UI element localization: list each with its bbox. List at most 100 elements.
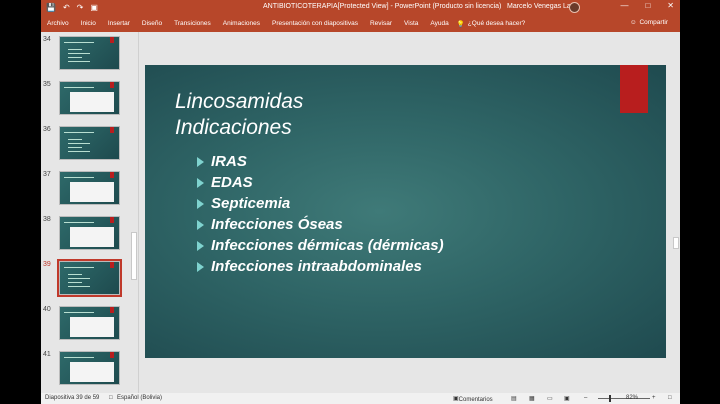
normal-view-icon[interactable]: ▤ (511, 395, 517, 402)
avatar[interactable] (569, 2, 580, 13)
thumbnail-text-line (68, 274, 82, 275)
slide-thumbnail[interactable]: 41 (41, 349, 138, 389)
slide-thumbnail[interactable]: 36 (41, 124, 138, 164)
zoom-level[interactable]: 82% (626, 395, 638, 401)
scrollbar-thumb[interactable] (131, 232, 137, 280)
thumbnail-scrollbar[interactable] (130, 32, 138, 393)
tab-insertar[interactable]: Insertar (102, 20, 136, 27)
thumbnail-text-line (68, 147, 82, 148)
thumbnail-preview (57, 259, 122, 297)
present-icon[interactable]: ▣ (90, 3, 98, 12)
pane-divider[interactable] (138, 32, 139, 393)
thumbnail-preview (59, 351, 120, 385)
bullet-item: Infecciones dérmicas (dérmicas) (197, 235, 444, 256)
slide-thumbnail[interactable]: 34 (41, 34, 138, 74)
zoom-slider-handle[interactable] (609, 395, 611, 402)
tab-transiciones[interactable]: Transiciones (168, 20, 217, 27)
close-button[interactable]: ✕ (667, 1, 674, 10)
slide-thumbnail[interactable]: 37 (41, 169, 138, 209)
thumbnail-text-line (68, 278, 90, 279)
reading-view-icon[interactable]: ▭ (547, 395, 553, 402)
user-name[interactable]: Marcelo Venegas Lazo (507, 3, 578, 10)
thumbnail-table (70, 182, 114, 202)
tab-vista[interactable]: Vista (398, 20, 424, 27)
thumbnail-text-line (68, 143, 90, 144)
language-indicator[interactable]: Español (Bolivia) (117, 395, 162, 401)
tab-diseno[interactable]: Diseño (136, 20, 168, 27)
bullet-item: Septicemia (197, 193, 444, 214)
bullet-item: IRAS (197, 151, 444, 172)
slide-counter: Diapositiva 39 de 59 (45, 395, 100, 401)
zoom-out-button[interactable]: – (584, 395, 587, 401)
thumbnail-text-line (68, 286, 90, 287)
workspace: 34 35 36 37 38 39 40 41 Lincosamidas Indicacion… (41, 32, 680, 393)
slide-thumbnail[interactable]: 38 (41, 214, 138, 254)
bullet-arrow-icon (197, 198, 204, 209)
slide-sorter-icon[interactable]: ▦ (529, 395, 535, 402)
bullet-text: Infecciones dérmicas (dérmicas) (211, 237, 444, 254)
thumbnail-text-line (68, 49, 82, 50)
thumbnail-number: 39 (43, 261, 51, 268)
thumbnail-text-line (68, 53, 90, 54)
thumbnail-red-accent (110, 37, 114, 43)
thumbnail-table (70, 317, 114, 337)
thumbnail-text-line (64, 177, 94, 178)
app-window: 💾 ↶ ↷ ▣ ANTIBIOTICOTERAPIA[Protected Vie… (0, 0, 720, 404)
thumbnail-red-accent (110, 307, 114, 313)
slide-thumbnail-pane: 34 35 36 37 38 39 40 41 (41, 32, 138, 393)
current-slide[interactable]: Lincosamidas Indicaciones IRAS EDAS Sept… (145, 65, 666, 358)
slide-thumbnail[interactable]: 40 (41, 304, 138, 344)
slide-bullet-list[interactable]: IRAS EDAS Septicemia Infecciones Óseas I… (197, 151, 444, 277)
slide-red-accent (620, 65, 648, 113)
thumbnail-number: 41 (43, 351, 51, 358)
thumbnail-text-line (64, 222, 94, 223)
bullet-arrow-icon (197, 240, 204, 251)
thumbnail-text-line (64, 312, 94, 313)
comments-button[interactable]: ▣ Comentarios (453, 395, 493, 403)
window-controls: — □ ✕ (620, 1, 674, 10)
thumbnail-text-line (64, 87, 94, 88)
thumbnail-text-line (68, 57, 82, 58)
slide-thumbnail[interactable]: 35 (41, 79, 138, 119)
tab-presentacion[interactable]: Presentación con diapositivas (266, 20, 364, 27)
maximize-button[interactable]: □ (645, 1, 650, 10)
bullet-text: EDAS (211, 174, 253, 191)
zoom-in-button[interactable]: + (652, 395, 656, 401)
lightbulb-icon: 💡 (456, 20, 465, 28)
zoom-slider[interactable] (598, 398, 650, 399)
slide-thumbnail[interactable]: 39 (41, 259, 138, 299)
undo-icon[interactable]: ↶ (63, 3, 70, 12)
title-bar: 💾 ↶ ↷ ▣ ANTIBIOTICOTERAPIA[Protected Vie… (41, 0, 680, 15)
thumbnail-text-line (64, 357, 94, 358)
tab-archivo[interactable]: Archivo (41, 20, 75, 27)
thumbnail-text-line (68, 61, 90, 62)
slide-title[interactable]: Lincosamidas Indicaciones (175, 89, 303, 140)
thumbnail-text-line (64, 132, 94, 133)
thumbnail-number: 38 (43, 216, 51, 223)
thumbnail-red-accent (110, 82, 114, 88)
bullet-arrow-icon (197, 219, 204, 230)
redo-icon[interactable]: ↷ (77, 3, 84, 12)
bullet-text: Septicemia (211, 195, 291, 212)
thumbnail-red-accent (110, 172, 114, 178)
person-icon: ☺ (629, 19, 637, 26)
tab-animaciones[interactable]: Animaciones (217, 20, 266, 27)
minimize-button[interactable]: — (620, 1, 628, 10)
tab-inicio[interactable]: Inicio (75, 20, 102, 27)
scrollbar-thumb[interactable] (673, 237, 679, 249)
slideshow-icon[interactable]: ▣ (564, 395, 570, 402)
editor-scrollbar[interactable] (672, 32, 680, 393)
tell-me-box[interactable]: 💡 ¿Qué desea hacer? (457, 20, 526, 28)
thumbnail-number: 34 (43, 36, 51, 43)
tab-ayuda[interactable]: Ayuda (424, 20, 454, 27)
status-bar: Diapositiva 39 de 59 □ Español (Bolivia)… (41, 393, 680, 404)
thumbnail-red-accent (110, 127, 114, 133)
share-button[interactable]: ☺ Compartir (630, 19, 668, 26)
fit-to-window-icon[interactable]: □ (668, 395, 672, 401)
save-icon[interactable]: 💾 (46, 3, 56, 12)
tab-revisar[interactable]: Revisar (364, 20, 398, 27)
spellcheck-icon[interactable]: □ (109, 395, 113, 401)
thumbnail-preview (59, 216, 120, 250)
bullet-arrow-icon (197, 156, 204, 167)
thumbnail-number: 40 (43, 306, 51, 313)
